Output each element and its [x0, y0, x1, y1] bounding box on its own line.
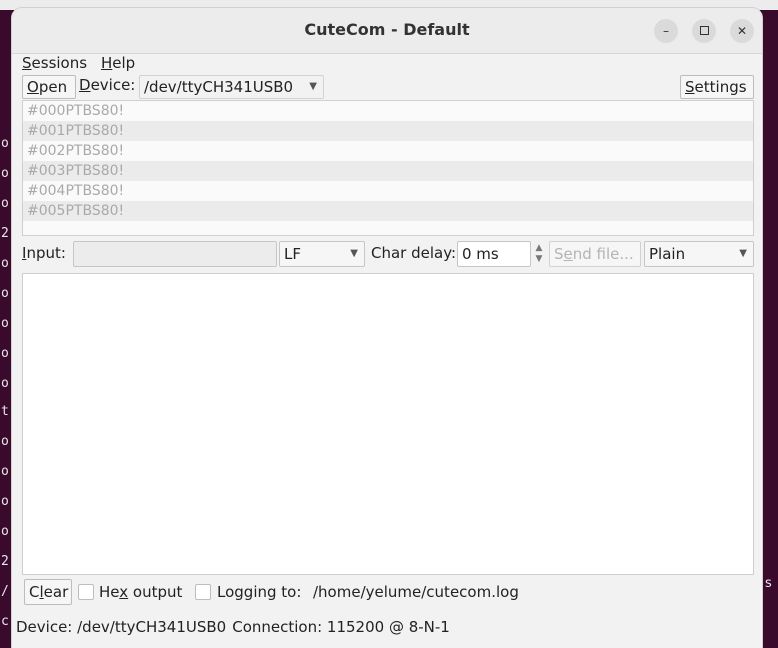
send-file-mnemonic: e	[563, 245, 573, 263]
settings-label: ettings	[694, 78, 747, 96]
close-icon: ✕	[736, 24, 748, 38]
background-terminal-right: s	[762, 10, 778, 648]
device-label-text: evice:	[90, 76, 136, 94]
char-delay-field[interactable]: 0 ms	[457, 241, 531, 267]
clear-button[interactable]: Clear	[24, 579, 72, 605]
hex-label-pre: He	[99, 583, 120, 601]
history-item[interactable]: #004PTBS80!	[23, 181, 753, 201]
line-end-select[interactable]: LF ▼	[279, 241, 365, 267]
send-file-button[interactable]: Send file...	[549, 241, 641, 267]
logging-label[interactable]: Logging to:	[217, 583, 301, 601]
history-item[interactable]: #003PTBS80!	[23, 161, 753, 181]
hex-output-checkbox[interactable]	[78, 584, 94, 600]
menu-help-label: elp	[112, 54, 136, 72]
background-terminal-char: /	[1, 584, 9, 599]
menu-sessions[interactable]: Sessions	[22, 54, 87, 72]
spin-up-icon[interactable]: ▲	[532, 243, 546, 254]
background-terminal-char: o	[1, 376, 9, 391]
device-mnemonic: D	[79, 76, 91, 94]
clear-label-pre: C	[29, 583, 40, 601]
menu-help-mnemonic: H	[101, 54, 113, 72]
background-terminal-char: s	[765, 576, 772, 591]
input-field[interactable]	[73, 241, 277, 267]
status-device: Device: /dev/ttyCH341USB0	[16, 618, 227, 636]
background-terminal-char: o	[1, 494, 9, 509]
line-end-value: LF	[284, 245, 301, 263]
chevron-down-icon: ▼	[350, 248, 358, 259]
background-terminal-char: o	[1, 346, 9, 361]
window-title: CuteCom - Default	[304, 20, 470, 39]
chevron-down-icon: ▼	[739, 248, 747, 259]
background-terminal-char: o	[1, 196, 9, 211]
command-history-list[interactable]: #000PTBS80! #001PTBS80! #002PTBS80! #003…	[22, 100, 754, 236]
background-terminal-char: o	[1, 464, 9, 479]
background-terminal-char: 2	[1, 554, 9, 569]
chevron-down-icon: ▼	[309, 81, 317, 92]
hex-output-label[interactable]: Hex output	[99, 583, 182, 601]
close-button[interactable]: ✕	[730, 19, 754, 43]
menu-sessions-label: essions	[31, 54, 88, 72]
send-file-label-pre: S	[554, 245, 564, 263]
cutecom-window: CuteCom - Default – ✕ Sessions Help Open…	[12, 8, 762, 648]
hex-mnemonic: x	[119, 583, 129, 601]
background-terminal-char: o	[1, 316, 9, 331]
settings-button[interactable]: Settings	[680, 75, 754, 99]
history-item[interactable]: #001PTBS80!	[23, 121, 753, 141]
open-button[interactable]: Open	[22, 75, 76, 99]
mode-value: Plain	[649, 245, 686, 263]
maximize-button[interactable]	[692, 19, 716, 43]
background-terminal-char: o	[1, 136, 9, 151]
background-terminal-left: o o o 2 o o o o o t o o o o 2/c	[0, 10, 12, 648]
minimize-icon: –	[663, 24, 669, 38]
menu-sessions-mnemonic: S	[22, 54, 32, 72]
log-path[interactable]: /home/yelume/cutecom.log	[313, 583, 519, 601]
device-select-value: /dev/ttyCH341USB0	[144, 78, 294, 96]
logging-checkbox[interactable]	[195, 584, 211, 600]
clear-label-post: ear	[43, 583, 69, 601]
bottom-bar: Clear Hex output Logging to: /home/yelum…	[12, 578, 762, 606]
open-mnemonic: O	[27, 78, 39, 96]
background-terminal-char: t	[1, 404, 9, 419]
background-terminal-char: o	[1, 166, 9, 181]
output-area[interactable]	[22, 273, 754, 575]
char-delay-spinner[interactable]: ▲ ▼	[532, 241, 546, 267]
background-terminal-char: c	[1, 614, 9, 629]
history-item[interactable]: #005PTBS80!	[23, 201, 753, 221]
hex-label-post: output	[128, 583, 183, 601]
background-terminal-char: o	[1, 256, 9, 271]
history-item[interactable]: #000PTBS80!	[23, 101, 753, 121]
toolbar: Open Device: /dev/ttyCH341USB0 ▼ Settings	[12, 74, 762, 100]
title-bar[interactable]: CuteCom - Default – ✕	[12, 8, 762, 54]
input-bar: Input: LF ▼ Char delay: 0 ms ▲ ▼ Send file…	[12, 240, 762, 268]
background-terminal-char: o	[1, 286, 9, 301]
input-label-text: nput:	[26, 244, 66, 262]
background-terminal-char: o	[1, 524, 9, 539]
device-select[interactable]: /dev/ttyCH341USB0 ▼	[139, 75, 324, 99]
spin-down-icon[interactable]: ▼	[532, 254, 546, 265]
input-label: Input:	[22, 244, 66, 262]
background-terminal-char: o	[1, 434, 9, 449]
status-connection: Connection: 115200 @ 8-N-1	[232, 618, 450, 636]
maximize-icon	[699, 26, 709, 35]
char-delay-label: Char delay:	[371, 244, 457, 262]
history-item[interactable]: #002PTBS80!	[23, 141, 753, 161]
settings-mnemonic: S	[685, 78, 695, 96]
status-bar: Device: /dev/ttyCH341USB0 Connection: 115…	[16, 618, 456, 636]
device-label: Device:	[79, 76, 135, 94]
background-terminal-char: 2	[1, 226, 9, 241]
mode-select[interactable]: Plain ▼	[644, 241, 754, 267]
send-file-label-post: nd file...	[572, 245, 634, 263]
menu-help[interactable]: Help	[101, 54, 135, 72]
minimize-button[interactable]: –	[654, 19, 678, 43]
open-label: pen	[38, 78, 68, 96]
